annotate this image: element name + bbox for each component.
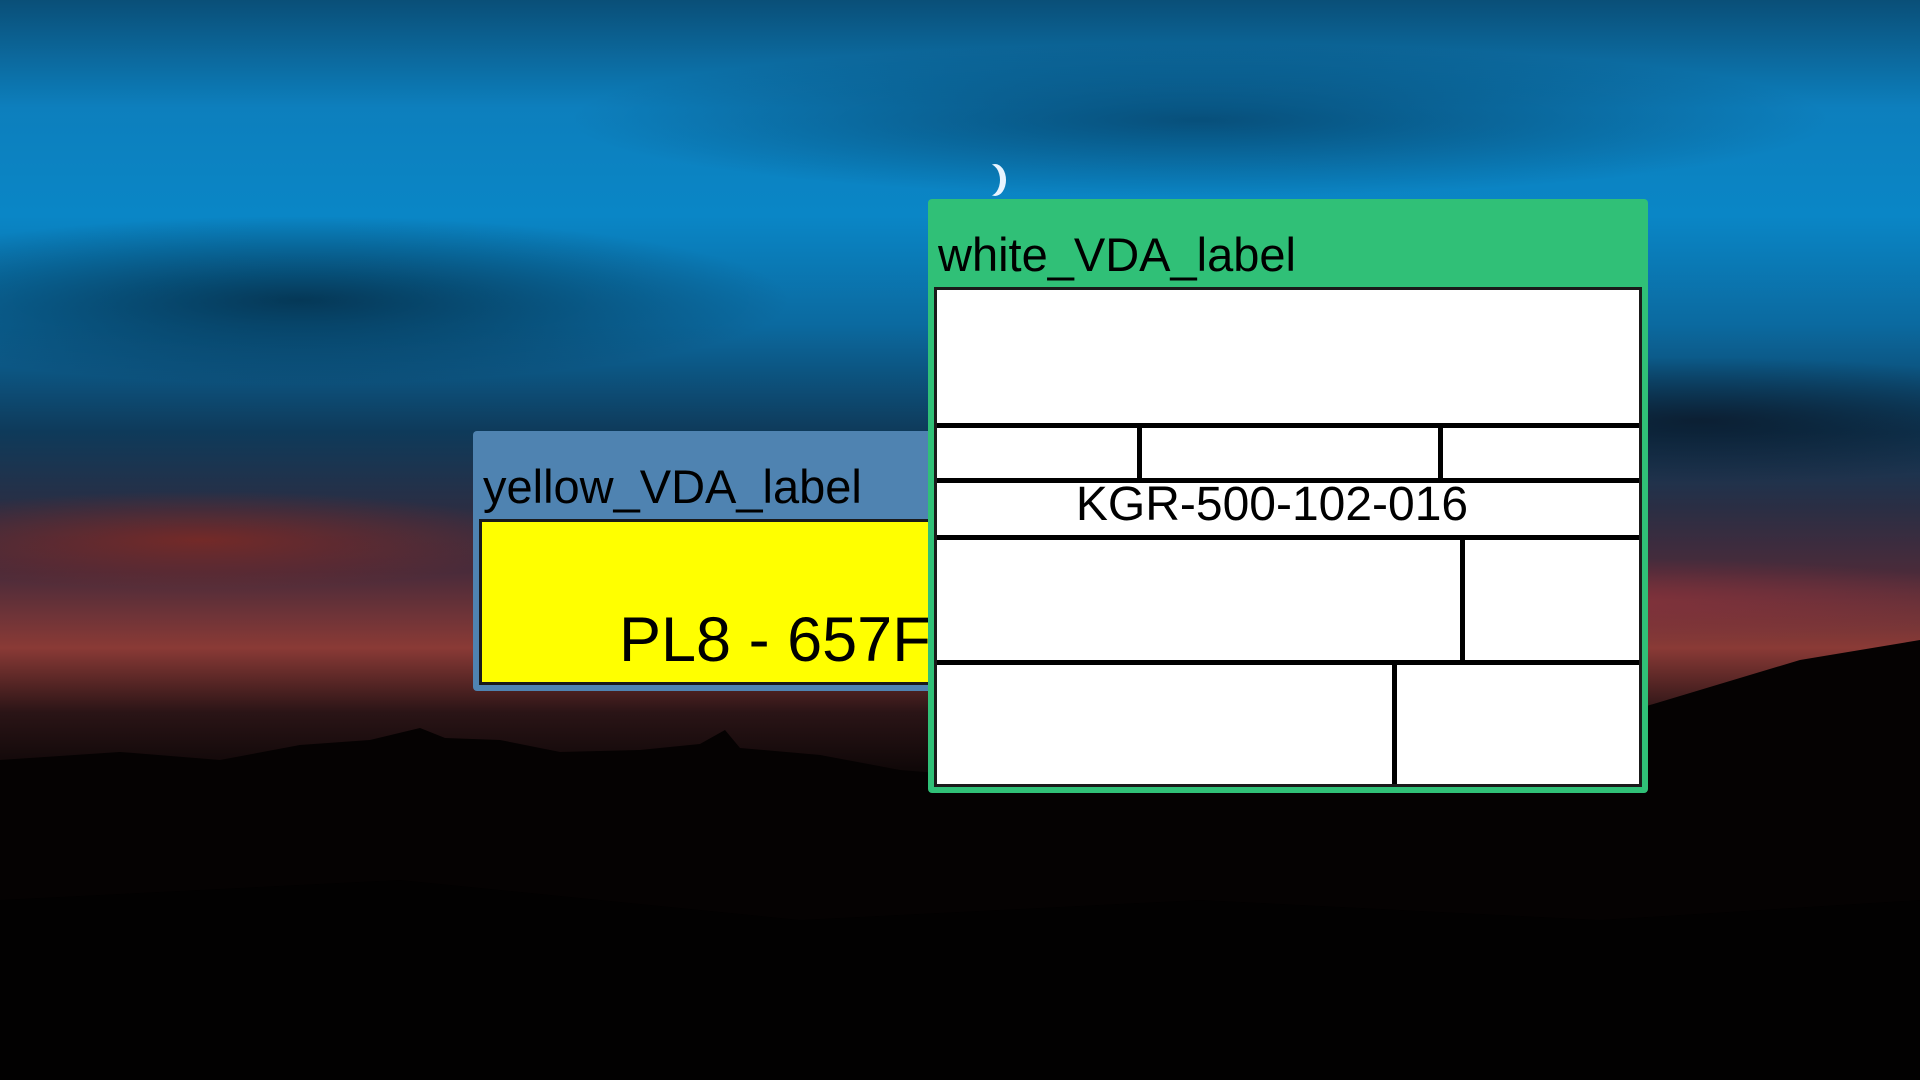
- label-grid-line: [937, 423, 1639, 428]
- label-grid-line: [1137, 423, 1142, 480]
- label-grid-line: [1438, 423, 1443, 480]
- part-number: KGR-500-102-016: [1075, 478, 1469, 531]
- yellow-label-content: PL8 - 657F: [479, 519, 943, 685]
- label-grid-line: [937, 660, 1639, 665]
- white-vda-label-window[interactable]: white_VDA_label KGR-500-102-016: [928, 199, 1648, 793]
- plate-number: PL8 - 657F: [619, 605, 931, 675]
- window-titlebar[interactable]: white_VDA_label: [928, 199, 1648, 287]
- yellow-vda-label-window[interactable]: yellow_VDA_label PL8 - 657F: [473, 431, 949, 691]
- label-grid-line: [1460, 535, 1465, 662]
- label-grid-line: [1392, 660, 1397, 784]
- white-label-content: KGR-500-102-016: [934, 287, 1642, 787]
- window-title: white_VDA_label: [938, 228, 1296, 281]
- window-titlebar[interactable]: yellow_VDA_label: [473, 431, 949, 519]
- moon-crescent: [978, 164, 1000, 196]
- label-grid-line: [937, 535, 1639, 540]
- window-title: yellow_VDA_label: [483, 460, 862, 513]
